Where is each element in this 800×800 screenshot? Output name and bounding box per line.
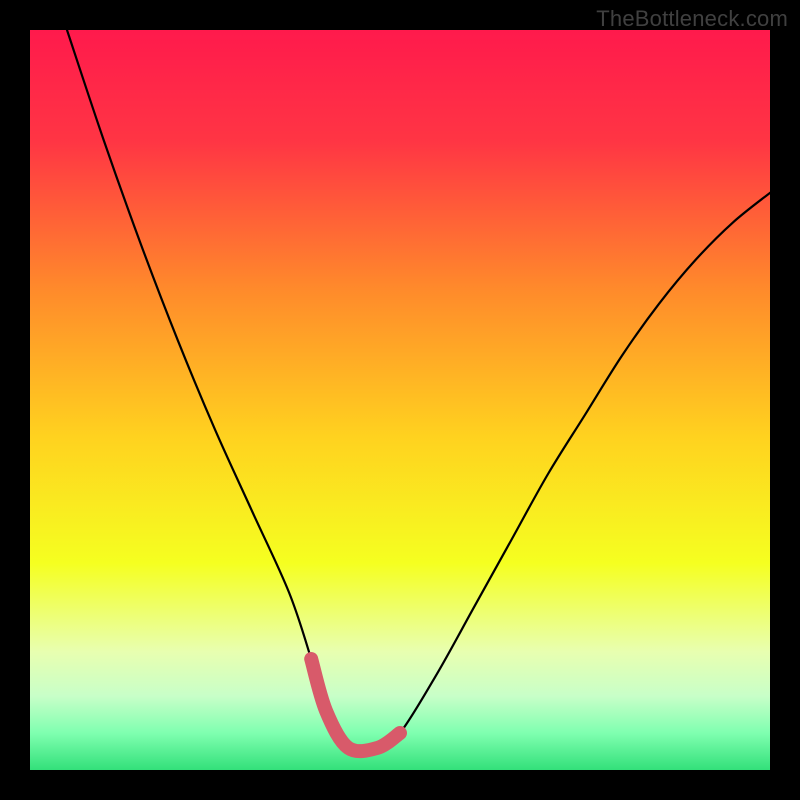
watermark: TheBottleneck.com xyxy=(596,6,788,32)
chart-frame xyxy=(0,0,800,800)
